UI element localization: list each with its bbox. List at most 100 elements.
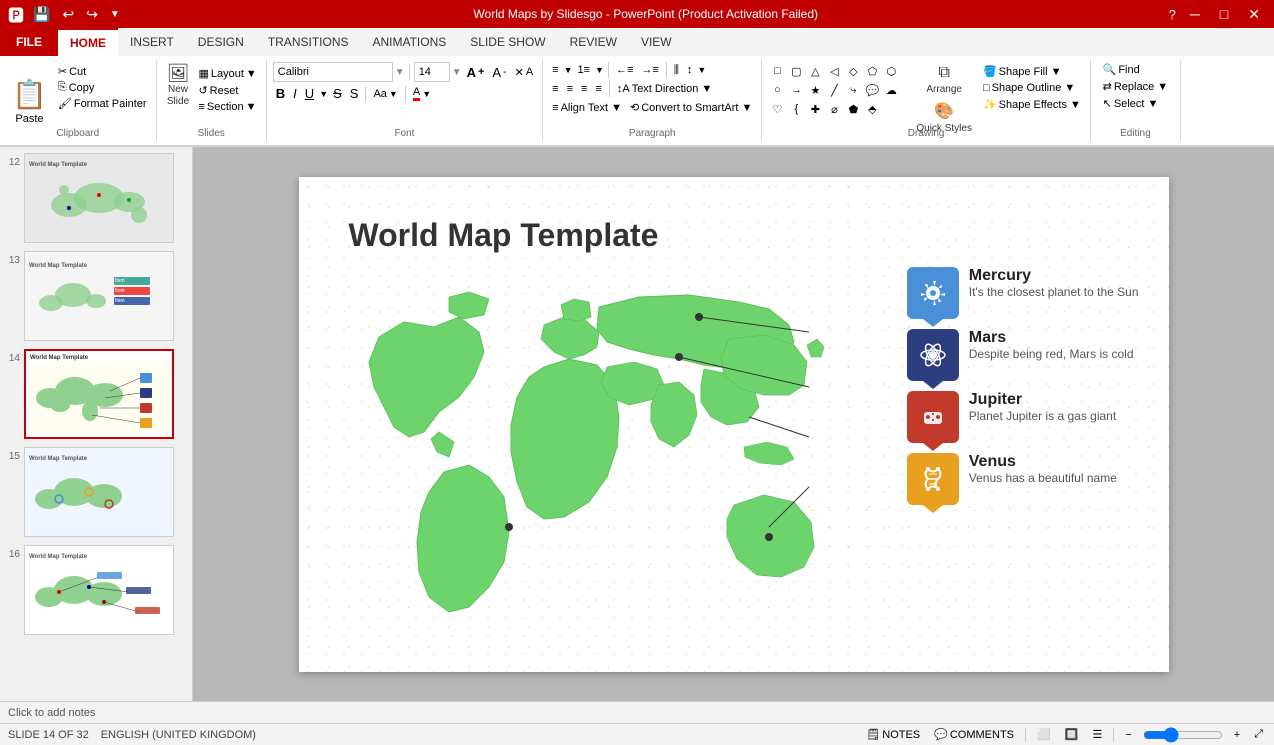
paste-button[interactable]: 📋 Paste xyxy=(6,62,53,125)
reset-button[interactable]: ↺ Reset xyxy=(195,83,259,98)
shape-conn[interactable]: ⤷ xyxy=(844,81,862,99)
section-button[interactable]: ≡ Section ▼ xyxy=(195,100,259,114)
slide-thumb-15[interactable]: 15 World Map Template xyxy=(4,445,188,539)
shape-misc2[interactable]: ⬟ xyxy=(844,100,862,118)
save-button[interactable]: 💾 xyxy=(30,4,53,25)
underline-button[interactable]: U xyxy=(302,85,317,102)
tab-design[interactable]: DESIGN xyxy=(186,28,256,56)
bold-button[interactable]: B xyxy=(273,85,288,102)
notes-button[interactable]: 🗒 NOTES xyxy=(863,727,923,742)
slide-thumb-14[interactable]: 14 World Map Template xyxy=(4,347,188,441)
tab-home[interactable]: HOME xyxy=(58,28,118,56)
shape-diamond[interactable]: ◇ xyxy=(844,62,862,80)
comments-button[interactable]: 💬 COMMENTS xyxy=(931,727,1017,742)
font-name-input[interactable] xyxy=(273,62,393,82)
tab-transitions[interactable]: TRANSITIONS xyxy=(256,28,361,56)
shape-misc3[interactable]: ⬘ xyxy=(863,100,881,118)
decrease-indent-button[interactable]: ←≡ xyxy=(613,63,636,77)
normal-view-button[interactable]: ⬜ xyxy=(1034,727,1054,742)
change-case-button[interactable]: Aa▼ xyxy=(370,87,400,101)
new-slide-button[interactable]: 🖼 NewSlide xyxy=(163,62,194,110)
slide-thumb-16[interactable]: 16 World Map Template xyxy=(4,543,188,637)
shape-misc[interactable]: ⌀ xyxy=(825,100,843,118)
slide-sorter-button[interactable]: 🔲 xyxy=(1062,727,1082,742)
numbering-button[interactable]: 1≡ xyxy=(575,63,594,77)
tab-review[interactable]: REVIEW xyxy=(558,28,629,56)
venus-text: Venus Venus has a beautiful name xyxy=(969,453,1117,485)
cut-button[interactable]: ✂ Cut xyxy=(55,64,150,79)
align-left-button[interactable]: ≡ xyxy=(549,82,561,96)
tab-slideshow[interactable]: SLIDE SHOW xyxy=(458,28,557,56)
zoom-out-button[interactable]: − xyxy=(1122,728,1134,742)
smartart-button[interactable]: ⟲ Convert to SmartArt ▼ xyxy=(627,100,755,115)
shape-star[interactable]: ★ xyxy=(806,81,824,99)
decrease-font-button[interactable]: A- xyxy=(489,64,509,81)
slide-canvas[interactable]: World Map Template xyxy=(299,177,1169,672)
find-button[interactable]: 🔍 Find xyxy=(1100,62,1143,77)
minimize-button[interactable]: ─ xyxy=(1184,4,1206,24)
shadow-button[interactable]: S xyxy=(347,85,362,102)
select-button[interactable]: ↖ Select ▼ xyxy=(1100,96,1162,111)
numbering-dropdown[interactable]: ▼ xyxy=(595,65,604,75)
justify-button[interactable]: ≡ xyxy=(592,82,604,96)
tab-animations[interactable]: ANIMATIONS xyxy=(360,28,458,56)
strikethrough-button[interactable]: S xyxy=(330,85,345,102)
text-direction-button[interactable]: ↕A Text Direction ▼ xyxy=(614,82,715,96)
font-color-button[interactable]: A ▼ xyxy=(410,85,434,102)
arrange-button[interactable]: ⧉ Arrange xyxy=(912,62,976,97)
columns-button[interactable]: ⫼ xyxy=(671,63,682,78)
shape-ellipse[interactable]: ○ xyxy=(768,81,786,99)
shape-rtriangle[interactable]: ◁ xyxy=(825,62,843,80)
cut-icon: ✂ xyxy=(58,65,67,78)
shape-brace[interactable]: { xyxy=(787,100,805,118)
replace-button[interactable]: ⇄ Replace ▼ xyxy=(1100,79,1172,94)
center-button[interactable]: ≡ xyxy=(564,82,576,96)
shape-effects-button[interactable]: ✨ Shape Effects ▼ xyxy=(980,97,1084,112)
increase-font-button[interactable]: A+ xyxy=(464,64,488,81)
undo-button[interactable]: ↩ xyxy=(59,4,77,25)
help-icon[interactable]: ? xyxy=(1169,7,1176,22)
shape-rect[interactable]: □ xyxy=(768,62,786,80)
tab-view[interactable]: VIEW xyxy=(629,28,684,56)
shape-hexagon[interactable]: ⬡ xyxy=(882,62,900,80)
u-dropdown-icon[interactable]: ▼ xyxy=(319,89,328,99)
customize-qa-button[interactable]: ▼ xyxy=(107,7,123,22)
tab-insert[interactable]: INSERT xyxy=(118,28,186,56)
font-size-input[interactable] xyxy=(414,62,450,82)
shape-pentagon[interactable]: ⬠ xyxy=(863,62,881,80)
font-color-dropdown-icon[interactable]: ▼ xyxy=(422,89,431,99)
copy-button[interactable]: ⎘ Copy xyxy=(55,80,150,95)
shape-cloud[interactable]: ☁ xyxy=(882,81,900,99)
increase-indent-button[interactable]: →≡ xyxy=(638,63,661,77)
line-spacing-dropdown[interactable]: ▼ xyxy=(697,65,706,75)
shape-fill-button[interactable]: 🪣 Shape Fill ▼ xyxy=(980,64,1084,79)
tab-file[interactable]: FILE xyxy=(0,28,58,56)
shape-roundrect[interactable]: ▢ xyxy=(787,62,805,80)
bullets-dropdown[interactable]: ▼ xyxy=(564,65,573,75)
shape-outline-button[interactable]: □ Shape Outline ▼ xyxy=(980,81,1084,95)
layout-button[interactable]: ▦ Layout ▼ xyxy=(195,66,259,81)
zoom-in-button[interactable]: + xyxy=(1231,728,1243,742)
zoom-slider[interactable] xyxy=(1143,727,1223,743)
shape-triangle[interactable]: △ xyxy=(806,62,824,80)
line-spacing-button[interactable]: ↕ xyxy=(684,63,696,77)
shape-arrow[interactable]: → xyxy=(787,81,805,99)
shape-callout[interactable]: 💬 xyxy=(863,81,881,99)
notes-bar[interactable]: Click to add notes xyxy=(0,701,1274,723)
slide-thumb-13[interactable]: 13 World Map Template Item Item xyxy=(4,249,188,343)
italic-button[interactable]: I xyxy=(290,85,300,102)
reading-view-button[interactable]: ☰ xyxy=(1089,727,1105,742)
slide-thumb-12[interactable]: 12 World Map Template xyxy=(4,151,188,245)
align-text-button[interactable]: ≡ Align Text ▼ xyxy=(549,101,625,115)
shape-cross[interactable]: ✚ xyxy=(806,100,824,118)
redo-button[interactable]: ↪ xyxy=(83,4,101,25)
bullets-button[interactable]: ≡ xyxy=(549,63,561,77)
align-right-button[interactable]: ≡ xyxy=(578,82,590,96)
close-button[interactable]: ✕ xyxy=(1242,4,1266,25)
format-painter-button[interactable]: 🖌 Format Painter xyxy=(55,96,150,111)
shape-line[interactable]: ╱ xyxy=(825,81,843,99)
clear-format-button[interactable]: ✕A xyxy=(512,65,537,80)
maximize-button[interactable]: □ xyxy=(1214,4,1234,24)
shape-heart[interactable]: ♡ xyxy=(768,100,786,118)
fit-slide-button[interactable]: ⤢ xyxy=(1251,727,1266,742)
